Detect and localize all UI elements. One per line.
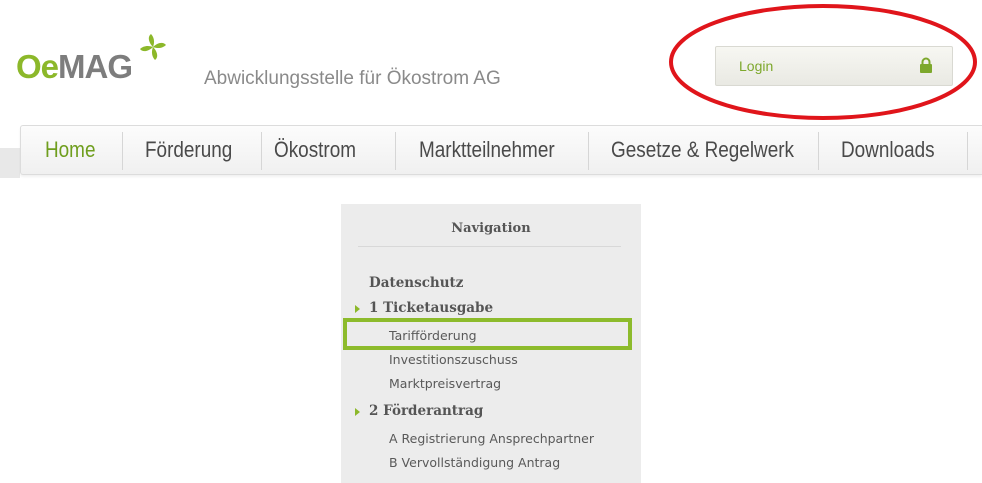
logo-wordmark: OeMAG: [16, 48, 133, 85]
nav-divider: [588, 132, 589, 170]
tree-item-investitionszuschuss[interactable]: Investitionszuschuss: [389, 352, 518, 367]
tree-item-ticketausgabe[interactable]: 1 Ticketausgabe: [369, 300, 493, 316]
divider: [358, 246, 621, 247]
nav-item-home[interactable]: Home: [45, 126, 95, 174]
tree-item-vervollstaendigung-antrag[interactable]: B Vervollständigung Antrag: [389, 455, 560, 470]
expand-arrow-icon[interactable]: [355, 408, 360, 416]
login-button[interactable]: Login: [715, 46, 953, 86]
tree-item-foerderantrag[interactable]: 2 Förderantrag: [369, 403, 483, 419]
nav-item-downloads[interactable]: Downloads: [841, 126, 935, 174]
nav-divider: [967, 132, 968, 170]
nav-bar-shadow: [0, 148, 20, 178]
nav-item-foerderung[interactable]: Förderung: [145, 126, 232, 174]
nav-item-marktteilnehmer[interactable]: Marktteilnehmer: [419, 126, 555, 174]
navigation-panel-title: Navigation: [451, 221, 531, 236]
lock-icon: [920, 57, 932, 73]
tree-item-datenschutz[interactable]: Datenschutz: [369, 275, 463, 291]
tree-item-marktpreisvertrag[interactable]: Marktpreisvertrag: [389, 376, 501, 391]
nav-divider: [818, 132, 819, 170]
nav-divider: [395, 132, 396, 170]
windmill-logo-icon: [140, 34, 166, 60]
navigation-panel: Navigation Datenschutz 1 Ticketausgabe T…: [341, 204, 641, 483]
nav-item-gesetze-regelwerk[interactable]: Gesetze & Regelwerk: [611, 126, 794, 174]
nav-item-oekostrom[interactable]: Ökostrom: [274, 126, 356, 174]
tagline: Abwicklungsstelle für Ökostrom AG: [204, 68, 501, 89]
nav-divider: [261, 132, 262, 170]
tree-item-registrierung-ansprechpartner[interactable]: A Registrierung Ansprechpartner: [389, 431, 594, 446]
tree-item-tariffoerderung[interactable]: Tarifförderung: [389, 328, 477, 343]
main-nav: Home Förderung Ökostrom Marktteilnehmer …: [20, 125, 982, 175]
page: OeMAG Abwicklungsstelle für Ökostrom AG …: [0, 0, 982, 483]
login-label: Login: [739, 58, 774, 74]
nav-divider: [122, 132, 123, 170]
expand-arrow-icon[interactable]: [355, 305, 360, 313]
